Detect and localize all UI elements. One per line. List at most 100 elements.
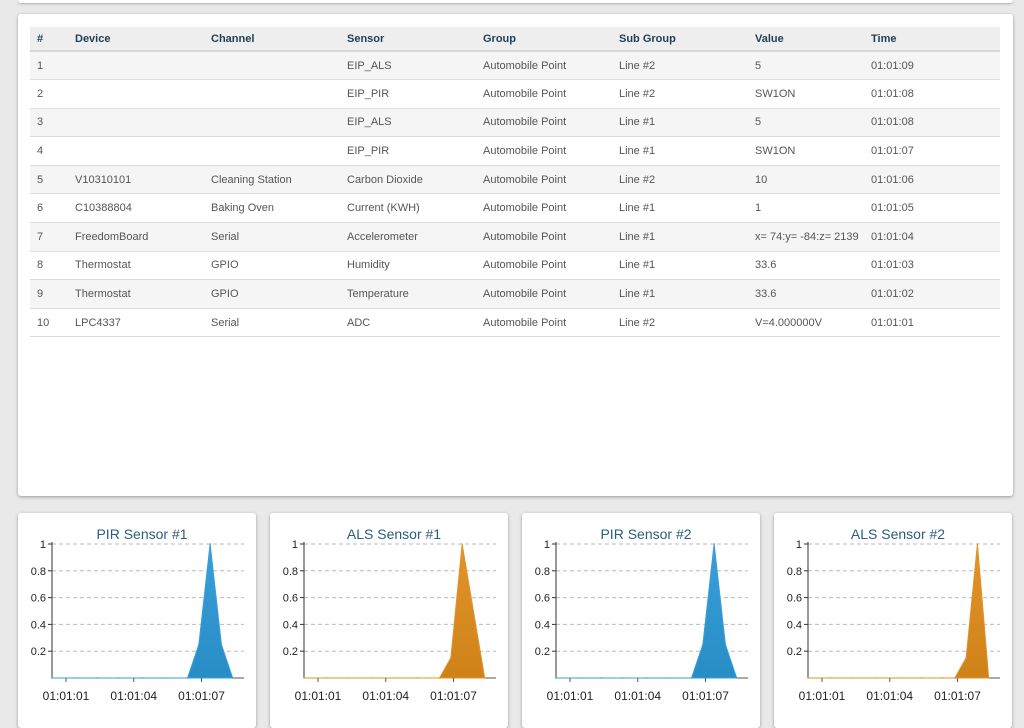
cell-sub-group: Line #2 bbox=[612, 165, 748, 195]
column-header-value[interactable]: Value bbox=[748, 27, 864, 52]
sensor-table-panel: # Device Channel Sensor Group Sub Group … bbox=[18, 14, 1013, 496]
column-header-sub-group[interactable]: Sub Group bbox=[612, 27, 748, 52]
x-tick-label: 01:01:01 bbox=[43, 689, 90, 703]
table-row[interactable]: 6 C10388804 Baking Oven Current (KWH) Automo… bbox=[30, 193, 1000, 224]
data-point bbox=[852, 677, 854, 679]
data-point bbox=[690, 677, 693, 679]
cell-time: 01:01:02 bbox=[864, 279, 1000, 309]
data-point bbox=[348, 677, 350, 679]
cell-channel: Cleaning Station bbox=[204, 165, 340, 195]
data-point bbox=[51, 677, 53, 679]
cell-value: 33.6 bbox=[748, 251, 864, 281]
series-area bbox=[555, 543, 738, 679]
data-point bbox=[231, 677, 234, 679]
chart-card-pir-sensor-1: PIR Sensor #1 0.2 0.4 0.6 0.8 1 01:01:01 01:01:… bbox=[18, 513, 256, 728]
x-tick-label: 01:01:01 bbox=[799, 689, 846, 703]
data-point bbox=[393, 677, 396, 679]
cell-time: 01:01:08 bbox=[864, 79, 1000, 109]
cell-group: Automobile Point bbox=[476, 136, 612, 166]
data-point bbox=[807, 677, 809, 679]
column-header-channel[interactable]: Channel bbox=[204, 27, 340, 52]
data-point bbox=[954, 677, 956, 679]
data-point bbox=[600, 677, 602, 679]
column-header-index[interactable]: # bbox=[30, 27, 68, 52]
data-point bbox=[920, 677, 922, 679]
data-point bbox=[874, 677, 877, 679]
data-point bbox=[702, 643, 704, 646]
table-row[interactable]: 7 FreedomBoard Serial Accelerometer Automobi… bbox=[30, 222, 1000, 252]
cell-device bbox=[68, 79, 204, 109]
cell-time: 01:01:08 bbox=[864, 108, 1000, 138]
x-tick-label: 01:01:07 bbox=[934, 689, 981, 703]
table-row[interactable]: 10 LPC4337 Serial ADC Automobile Point Line #… bbox=[30, 308, 1000, 338]
data-point bbox=[370, 677, 373, 679]
data-point bbox=[645, 677, 648, 679]
y-tick-label: 1 bbox=[544, 539, 550, 551]
cell-sensor: EIP_PIR bbox=[340, 136, 476, 166]
sensor-readings-table: # Device Channel Sensor Group Sub Group … bbox=[30, 27, 1000, 338]
y-tick-label: 0.2 bbox=[535, 646, 550, 658]
cell-device: LPC4337 bbox=[68, 308, 204, 338]
data-point bbox=[976, 543, 979, 545]
cell-device bbox=[68, 136, 204, 166]
y-tick-label: 0.4 bbox=[787, 619, 802, 631]
data-point bbox=[303, 677, 305, 679]
y-tick-label: 0.8 bbox=[283, 566, 298, 578]
x-tick-label: 01:01:04 bbox=[866, 689, 913, 703]
cell-index: 3 bbox=[30, 108, 68, 138]
cell-device: V10310101 bbox=[68, 165, 204, 195]
y-tick-label: 0.4 bbox=[283, 619, 298, 631]
table-row[interactable]: 2 EIP_PIR Automobile Point Line #2 SW1ON 01:0… bbox=[30, 79, 1000, 109]
cell-value: 1 bbox=[748, 193, 864, 224]
column-header-device[interactable]: Device bbox=[68, 27, 204, 52]
cell-group: Automobile Point bbox=[476, 165, 612, 195]
data-point bbox=[209, 543, 211, 545]
y-tick-label: 0.8 bbox=[535, 566, 550, 578]
data-point bbox=[472, 610, 475, 612]
y-tick-label: 0.6 bbox=[535, 593, 550, 605]
cell-time: 01:01:05 bbox=[864, 193, 1000, 224]
column-header-time[interactable]: Time bbox=[864, 27, 1000, 52]
cell-device bbox=[68, 108, 204, 138]
cell-group: Automobile Point bbox=[476, 193, 612, 224]
table-row[interactable]: 3 EIP_ALS Automobile Point Line #1 5 01:01:08 bbox=[30, 108, 1000, 138]
data-point bbox=[829, 677, 832, 679]
data-point bbox=[942, 677, 945, 679]
cell-index: 6 bbox=[30, 193, 68, 224]
x-tick-label: 01:01:01 bbox=[295, 689, 342, 703]
column-header-sensor[interactable]: Sensor bbox=[340, 27, 476, 52]
data-point bbox=[622, 677, 625, 679]
y-tick-label: 0.6 bbox=[283, 593, 298, 605]
data-point bbox=[118, 677, 121, 679]
data-point bbox=[965, 657, 967, 659]
cell-group: Automobile Point bbox=[476, 308, 612, 338]
data-point bbox=[325, 677, 328, 679]
column-header-group[interactable]: Group bbox=[476, 27, 612, 52]
cell-index: 10 bbox=[30, 308, 68, 338]
table-row[interactable]: 5 V10310101 Cleaning Station Carbon Dioxide… bbox=[30, 165, 1000, 195]
cell-sensor: EIP_PIR bbox=[340, 79, 476, 109]
pir-sensor-2-chart: PIR Sensor #2 0.2 0.4 0.6 0.8 1 01:01:01 01:01:… bbox=[535, 526, 748, 703]
table-row[interactable]: 9 Thermostat GPIO Temperature Automobile Poi… bbox=[30, 279, 1000, 309]
x-tick-label: 01:01:07 bbox=[178, 689, 225, 703]
cell-device: Thermostat bbox=[68, 251, 204, 281]
data-point bbox=[668, 677, 670, 679]
table-row[interactable]: 8 Thermostat GPIO Humidity Automobile Point L… bbox=[30, 251, 1000, 281]
cell-channel bbox=[204, 136, 340, 166]
data-point bbox=[220, 643, 223, 646]
y-tick-label: 0.4 bbox=[535, 619, 550, 631]
y-tick-label: 0.2 bbox=[283, 646, 298, 658]
cell-group: Automobile Point bbox=[476, 279, 612, 309]
data-point bbox=[438, 677, 441, 679]
table-header-row: # Device Channel Sensor Group Sub Group … bbox=[30, 27, 1000, 52]
y-tick-label: 0.8 bbox=[787, 566, 802, 578]
cell-sensor: EIP_ALS bbox=[340, 51, 476, 81]
y-tick-label: 1 bbox=[796, 539, 802, 551]
data-point bbox=[555, 677, 557, 679]
table-row[interactable]: 1 EIP_ALS Automobile Point Line #2 5 01:01:09 bbox=[30, 51, 1000, 81]
chart-title: ALS Sensor #1 bbox=[347, 526, 441, 542]
data-point bbox=[96, 677, 98, 679]
cell-group: Automobile Point bbox=[476, 79, 612, 109]
cell-sensor: Temperature bbox=[340, 279, 476, 309]
table-row[interactable]: 4 EIP_PIR Automobile Point Line #1 SW1ON 01:0… bbox=[30, 136, 1000, 166]
